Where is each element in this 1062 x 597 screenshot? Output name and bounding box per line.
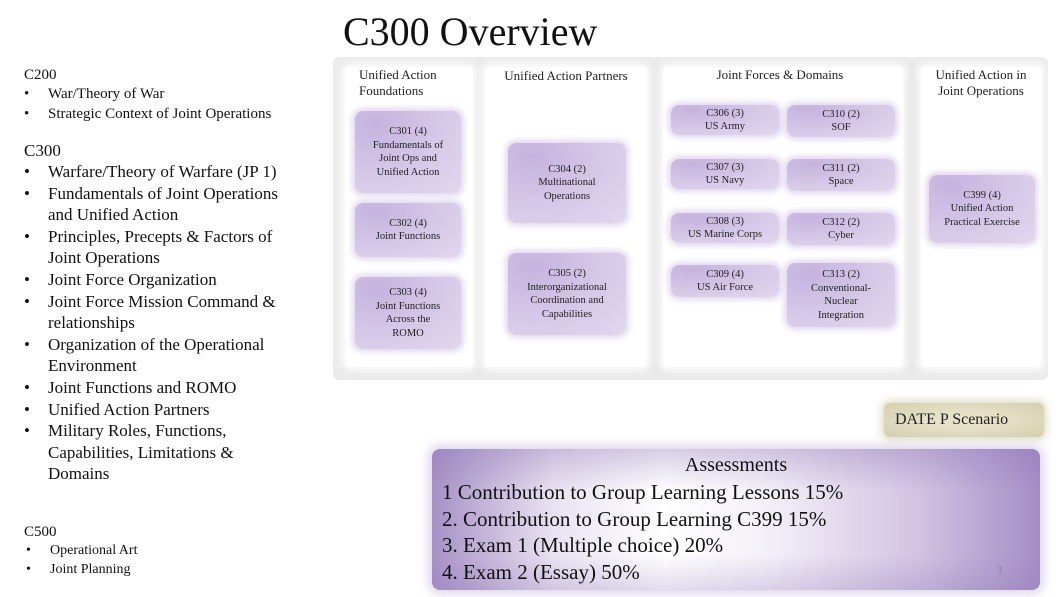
- column-unified-action-joint-ops: Unified Action in Joint Operations C399 …: [921, 67, 1041, 367]
- bullet-icon: •: [24, 269, 30, 289]
- course-diagram: Unified Action Foundations C301 (4) Fund…: [333, 57, 1048, 380]
- course-box-c308[interactable]: C308 (3) US Marine Corps: [671, 213, 779, 243]
- bullet-icon: •: [24, 106, 30, 122]
- outline-item: • Operational Art: [26, 543, 138, 558]
- outline-heading: C300: [24, 141, 61, 160]
- course-box-c306[interactable]: C306 (3) US Army: [671, 105, 779, 135]
- assessment-item: 3. Exam 1 (Multiple choice) 20%: [442, 533, 724, 557]
- outline-item: • Warfare/Theory of Warfare (JP 1): [24, 162, 277, 181]
- assessments-panel: Assessments 1 Contribution to Group Lear…: [432, 449, 1040, 590]
- outline-item: • Fundamentals of Joint Operations and Un…: [24, 183, 278, 225]
- bullet-icon: •: [24, 162, 30, 181]
- outline-item: • Unified Action Partners: [24, 399, 210, 419]
- course-box-c302[interactable]: C302 (4) Joint Functions: [355, 203, 461, 257]
- assessment-item: 1 Contribution to Group Learning Lessons…: [442, 480, 844, 504]
- outline-item: • War/Theory of War: [24, 86, 165, 102]
- assessments-list: 1 Contribution to Group Learning Lessons…: [442, 479, 843, 585]
- course-box-c301[interactable]: C301 (4) Fundamentals of Joint Ops and U…: [355, 111, 461, 193]
- column-unified-action-foundations: Unified Action Foundations C301 (4) Fund…: [345, 67, 473, 367]
- outline-item: • Joint Force Organization: [24, 269, 217, 289]
- bullet-icon: •: [26, 562, 31, 577]
- course-box-c304[interactable]: C304 (2) Multinational Operations: [508, 143, 626, 223]
- column-joint-forces-domains: Joint Forces & Domains C306 (3) US Army …: [663, 67, 903, 367]
- course-box-c399[interactable]: C399 (4) Unified Action Practical Exerci…: [929, 175, 1035, 243]
- outline-item: • Organization of the Operational Environ…: [24, 334, 265, 376]
- course-box-c307[interactable]: C307 (3) US Navy: [671, 159, 779, 189]
- outline-heading: C500: [24, 524, 57, 540]
- column-heading: Unified Action Partners: [504, 68, 628, 83]
- slide-number: 3: [996, 564, 1003, 576]
- column-unified-action-partners: Unified Action Partners C304 (2) Multina…: [485, 67, 647, 367]
- bullet-icon: •: [24, 226, 30, 246]
- bullet-icon: •: [24, 377, 30, 397]
- course-box-c305[interactable]: C305 (2) Interorganizational Coordinatio…: [508, 253, 626, 335]
- course-box-c309[interactable]: C309 (4) US Air Force: [671, 265, 779, 297]
- column-heading: Unified Action in Joint Operations: [935, 67, 1027, 98]
- outline-c500: C500 • Operational Art • Joint Planning: [24, 523, 137, 579]
- slide-title: C300 Overview: [343, 9, 598, 54]
- outline-item: • Military Roles, Functions, Capabilities…: [24, 421, 234, 484]
- outline-item: • Joint Force Mission Command & relations…: [24, 291, 276, 333]
- column-heading: Unified Action Foundations: [359, 67, 437, 98]
- outline-item: • Joint Planning: [26, 562, 131, 577]
- bullet-icon: •: [24, 86, 30, 102]
- outline-c200: C200 • War/Theory of War • Strategic Conte…: [24, 66, 271, 124]
- outline-c300: C300 • Warfare/Theory of Warfare (JP 1) •…: [24, 141, 294, 485]
- bullet-icon: •: [24, 421, 30, 441]
- course-box-c312[interactable]: C312 (2) Cyber: [787, 213, 895, 245]
- column-heading: Joint Forces & Domains: [716, 67, 844, 82]
- assessment-item: 4. Exam 2 (Essay) 50%: [442, 559, 640, 584]
- outline-heading: C200: [24, 67, 57, 83]
- outline-item: • Joint Functions and ROMO: [24, 377, 237, 397]
- bullet-icon: •: [24, 399, 30, 419]
- course-box-c303[interactable]: C303 (4) Joint Functions Across the ROMO: [355, 277, 461, 349]
- assessment-item: 2. Contribution to Group Learning C399 1…: [442, 506, 827, 531]
- bullet-icon: •: [24, 291, 30, 311]
- outline-item: • Principles, Precepts & Factors of Joint…: [24, 226, 273, 268]
- date-p-scenario-label: DATE P Scenario: [884, 403, 1044, 437]
- bullet-icon: •: [24, 334, 30, 354]
- course-box-c311[interactable]: C311 (2) Space: [787, 159, 895, 191]
- bullet-icon: •: [26, 543, 31, 558]
- assessments-title: Assessments: [684, 454, 788, 476]
- outline-item: • Strategic Context of Joint Operations: [24, 106, 272, 122]
- course-box-c310[interactable]: C310 (2) SOF: [787, 105, 895, 137]
- bullet-icon: •: [24, 183, 30, 203]
- course-box-c313[interactable]: C313 (2) Conventional-Nuclear Integratio…: [787, 263, 895, 327]
